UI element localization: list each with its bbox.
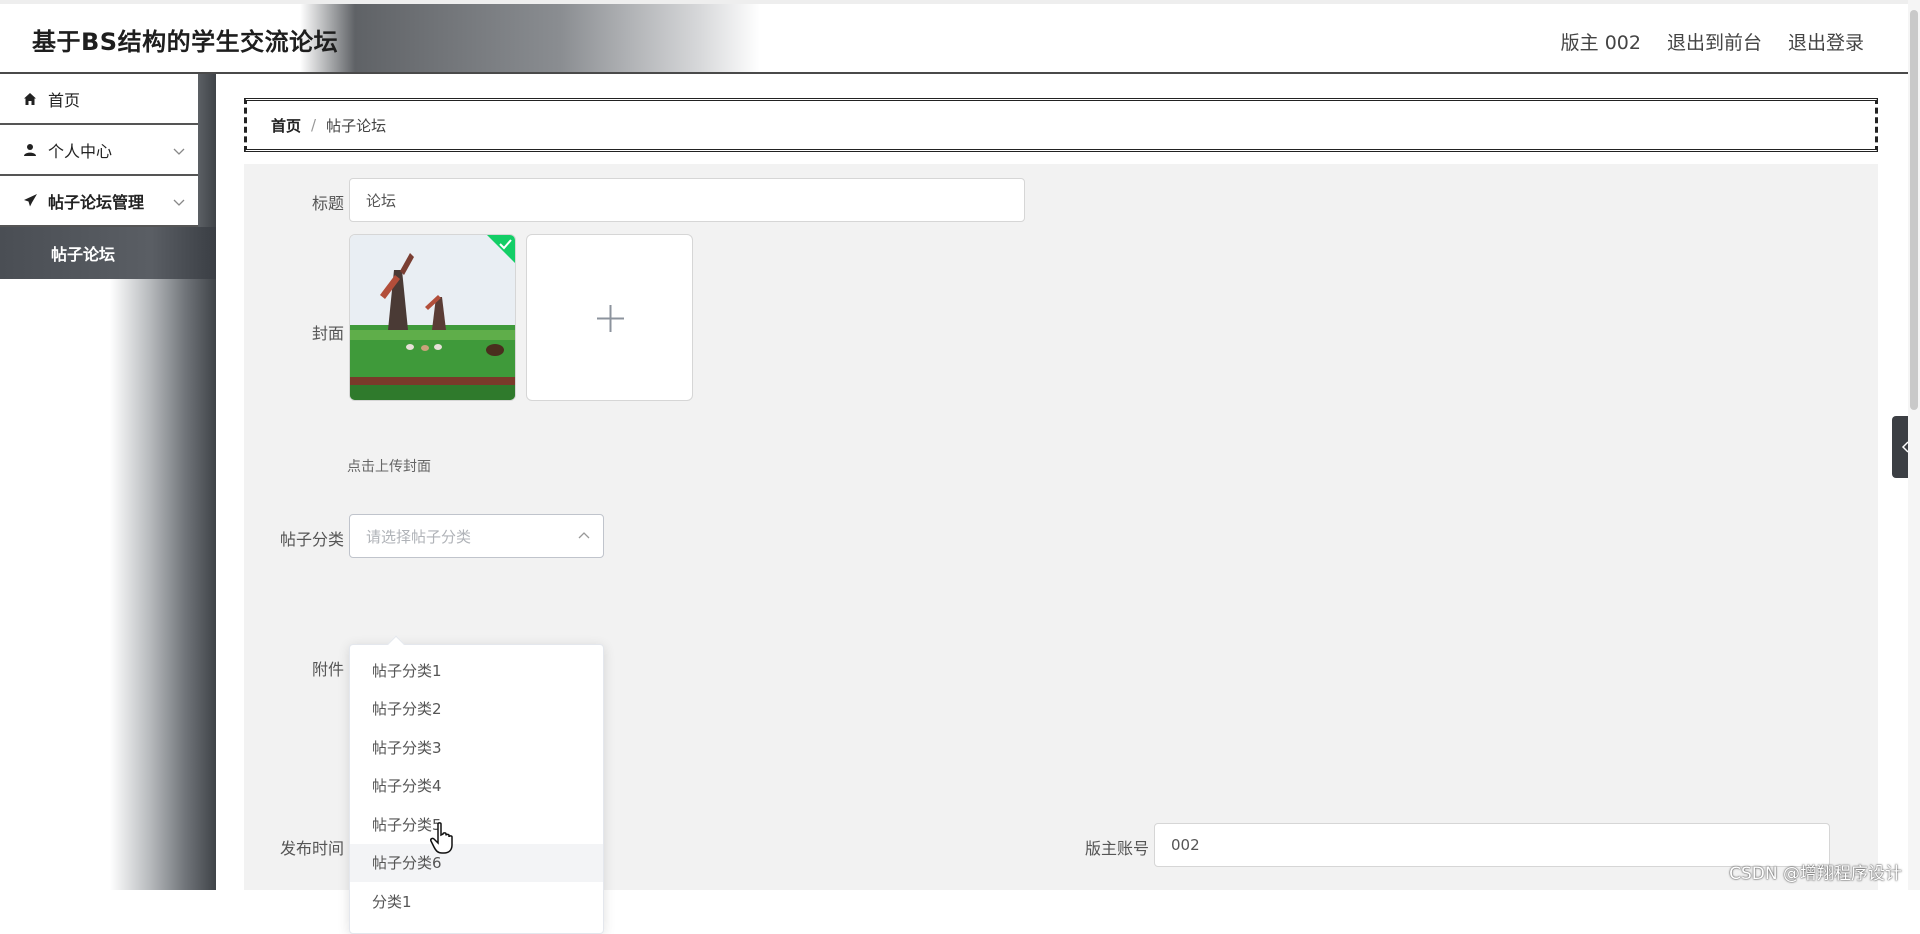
title-label: 标题 — [244, 190, 344, 214]
breadcrumb-separator: / — [311, 116, 316, 134]
category-option-3[interactable]: 帖子分类3 — [350, 728, 603, 767]
sidebar-item-label: 个人中心 — [48, 138, 112, 162]
cover-label: 封面 — [244, 320, 344, 344]
breadcrumb-current: 帖子论坛 — [326, 115, 386, 136]
chevron-down-icon — [172, 143, 186, 157]
sidebar-subitem-forum-posts[interactable]: 帖子论坛 — [0, 227, 216, 279]
category-dropdown: 帖子分类1 帖子分类2 帖子分类3 帖子分类4 帖子分类5 帖子分类6 分类1 — [349, 644, 604, 934]
publish-time-label: 发布时间 — [244, 835, 344, 859]
sidebar-item-home[interactable]: 首页 — [0, 74, 198, 125]
sidebar-item-label: 帖子论坛管理 — [48, 189, 144, 213]
category-option-2[interactable]: 帖子分类2 — [350, 690, 603, 729]
post-form: 标题 论坛 封面 — [244, 164, 1878, 890]
hand-cursor-icon — [430, 822, 456, 854]
header-links: 版主 002 退出到前台 退出登录 — [1561, 28, 1864, 55]
sidebar-item-label: 首页 — [48, 87, 80, 111]
cover-upload-hint: 点击上传封面 — [347, 456, 431, 476]
exit-to-frontend-link[interactable]: 退出到前台 — [1667, 28, 1762, 55]
plus-icon — [527, 235, 693, 401]
sidebar-item-personal-center[interactable]: 个人中心 — [0, 125, 198, 176]
scrollbar-thumb[interactable] — [1910, 10, 1918, 410]
home-icon — [22, 91, 38, 107]
category-option-4[interactable]: 帖子分类4 — [350, 767, 603, 806]
title-input[interactable]: 论坛 — [349, 178, 1025, 222]
logout-link[interactable]: 退出登录 — [1788, 28, 1864, 55]
breadcrumb-home[interactable]: 首页 — [271, 115, 301, 136]
category-option-5[interactable]: 帖子分类5 — [350, 805, 603, 844]
category-select[interactable]: 请选择帖子分类 — [349, 514, 604, 558]
breadcrumb: 首页 / 帖子论坛 — [244, 98, 1878, 152]
category-label: 帖子分类 — [244, 526, 344, 550]
category-option-7[interactable]: 分类1 — [350, 882, 603, 921]
page-scrollbar[interactable] — [1908, 0, 1920, 890]
attachment-label: 附件 — [244, 656, 344, 680]
user-icon — [22, 142, 38, 158]
sidebar: 首页 个人中心 帖子论坛管理 帖子论坛 — [0, 74, 216, 890]
chevron-down-icon — [172, 194, 186, 208]
moderator-account-link[interactable]: 版主 002 — [1561, 28, 1641, 55]
cover-image-thumbnail[interactable] — [349, 234, 516, 401]
category-placeholder: 请选择帖子分类 — [366, 526, 471, 547]
main-content: 首页 / 帖子论坛 标题 论坛 封面 — [216, 74, 1908, 890]
category-option-6[interactable]: 帖子分类6 — [350, 844, 603, 883]
category-option-1[interactable]: 帖子分类1 — [350, 651, 603, 690]
send-icon — [22, 193, 38, 209]
watermark: CSDN @增翔程序设计 — [1729, 859, 1902, 884]
top-header: 基于BS结构的学生交流论坛 版主 002 退出到前台 退出登录 — [0, 0, 1908, 74]
dropdown-arrow — [388, 636, 405, 653]
sidebar-item-forum-management[interactable]: 帖子论坛管理 — [0, 176, 198, 227]
add-cover-button[interactable] — [526, 234, 693, 401]
cover-image — [350, 235, 516, 401]
chevron-up-icon — [577, 529, 591, 547]
app-title: 基于BS结构的学生交流论坛 — [32, 22, 338, 57]
moderator-account-label: 版主账号 — [1049, 835, 1149, 859]
